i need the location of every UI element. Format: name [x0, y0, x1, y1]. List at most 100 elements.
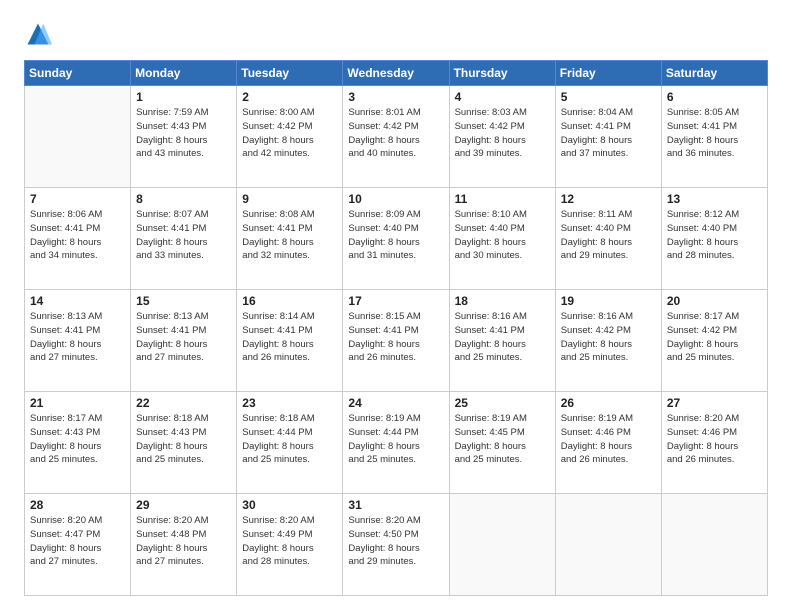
weekday-header: Friday — [555, 61, 661, 86]
weekday-header: Monday — [131, 61, 237, 86]
logo — [24, 20, 56, 48]
sun-info: Sunrise: 8:19 AMSunset: 4:45 PMDaylight:… — [455, 412, 550, 467]
calendar-cell: 6 Sunrise: 8:05 AMSunset: 4:41 PMDaylight… — [661, 86, 767, 188]
day-number: 8 — [136, 192, 231, 206]
calendar-cell — [661, 494, 767, 596]
calendar-cell: 8 Sunrise: 8:07 AMSunset: 4:41 PMDaylight… — [131, 188, 237, 290]
calendar-cell: 12Sunrise: 8:11 AMSunset: 4:40 PMDayligh… — [555, 188, 661, 290]
calendar-cell: 31 Sunrise: 8:20 AMSunset: 4:50 PMDayligh… — [343, 494, 449, 596]
calendar-cell: 19 Sunrise: 8:16 AMSunset: 4:42 PMDayligh… — [555, 290, 661, 392]
day-number: 23 — [242, 396, 337, 410]
calendar-cell: 30Sunrise: 8:20 AMSunset: 4:49 PMDayligh… — [237, 494, 343, 596]
calendar-cell: 28 Sunrise: 8:20 AMSunset: 4:47 PMDayligh… — [25, 494, 131, 596]
calendar-cell: 24 Sunrise: 8:19 AMSunset: 4:44 PMDayligh… — [343, 392, 449, 494]
day-number: 7 — [30, 192, 125, 206]
calendar-week-row: 7 Sunrise: 8:06 AMSunset: 4:41 PMDaylight… — [25, 188, 768, 290]
sun-info: Sunrise: 8:18 AMSunset: 4:43 PMDaylight:… — [136, 412, 231, 467]
calendar-cell: 2 Sunrise: 8:00 AMSunset: 4:42 PMDaylight… — [237, 86, 343, 188]
calendar-week-row: 14Sunrise: 8:13 AMSunset: 4:41 PMDayligh… — [25, 290, 768, 392]
calendar-cell: 22 Sunrise: 8:18 AMSunset: 4:43 PMDayligh… — [131, 392, 237, 494]
calendar-cell: 5 Sunrise: 8:04 AMSunset: 4:41 PMDaylight… — [555, 86, 661, 188]
sun-info: Sunrise: 8:11 AMSunset: 4:40 PMDaylight:… — [561, 208, 656, 263]
sun-info: Sunrise: 8:14 AMSunset: 4:41 PMDaylight:… — [242, 310, 337, 365]
sun-info: Sunrise: 8:12 AMSunset: 4:40 PMDaylight:… — [667, 208, 762, 263]
weekday-header: Thursday — [449, 61, 555, 86]
day-number: 13 — [667, 192, 762, 206]
calendar-cell: 11Sunrise: 8:10 AMSunset: 4:40 PMDayligh… — [449, 188, 555, 290]
calendar-week-row: 21 Sunrise: 8:17 AMSunset: 4:43 PMDayligh… — [25, 392, 768, 494]
weekday-header: Wednesday — [343, 61, 449, 86]
sun-info: Sunrise: 8:18 AMSunset: 4:44 PMDaylight:… — [242, 412, 337, 467]
calendar-cell: 18Sunrise: 8:16 AMSunset: 4:41 PMDayligh… — [449, 290, 555, 392]
calendar-cell: 16 Sunrise: 8:14 AMSunset: 4:41 PMDayligh… — [237, 290, 343, 392]
day-number: 11 — [455, 192, 550, 206]
calendar-cell: 26 Sunrise: 8:19 AMSunset: 4:46 PMDayligh… — [555, 392, 661, 494]
calendar-cell: 4 Sunrise: 8:03 AMSunset: 4:42 PMDaylight… — [449, 86, 555, 188]
sun-info: Sunrise: 8:05 AMSunset: 4:41 PMDaylight:… — [667, 106, 762, 161]
sun-info: Sunrise: 8:15 AMSunset: 4:41 PMDaylight:… — [348, 310, 443, 365]
sun-info: Sunrise: 8:20 AMSunset: 4:46 PMDaylight:… — [667, 412, 762, 467]
day-number: 15 — [136, 294, 231, 308]
sun-info: Sunrise: 8:03 AMSunset: 4:42 PMDaylight:… — [455, 106, 550, 161]
header — [24, 20, 768, 48]
sun-info: Sunrise: 8:19 AMSunset: 4:44 PMDaylight:… — [348, 412, 443, 467]
calendar-week-row: 1 Sunrise: 7:59 AMSunset: 4:43 PMDaylight… — [25, 86, 768, 188]
weekday-header: Sunday — [25, 61, 131, 86]
calendar-cell — [449, 494, 555, 596]
day-number: 10 — [348, 192, 443, 206]
day-number: 9 — [242, 192, 337, 206]
day-number: 29 — [136, 498, 231, 512]
sun-info: Sunrise: 7:59 AMSunset: 4:43 PMDaylight:… — [136, 106, 231, 161]
day-number: 6 — [667, 90, 762, 104]
calendar-cell — [555, 494, 661, 596]
sun-info: Sunrise: 8:09 AMSunset: 4:40 PMDaylight:… — [348, 208, 443, 263]
day-number: 4 — [455, 90, 550, 104]
calendar-cell: 14Sunrise: 8:13 AMSunset: 4:41 PMDayligh… — [25, 290, 131, 392]
day-number: 17 — [348, 294, 443, 308]
day-number: 18 — [455, 294, 550, 308]
day-number: 3 — [348, 90, 443, 104]
sun-info: Sunrise: 8:19 AMSunset: 4:46 PMDaylight:… — [561, 412, 656, 467]
calendar-cell: 27Sunrise: 8:20 AMSunset: 4:46 PMDayligh… — [661, 392, 767, 494]
sun-info: Sunrise: 8:06 AMSunset: 4:41 PMDaylight:… — [30, 208, 125, 263]
weekday-header: Tuesday — [237, 61, 343, 86]
calendar-cell: 23 Sunrise: 8:18 AMSunset: 4:44 PMDayligh… — [237, 392, 343, 494]
day-number: 31 — [348, 498, 443, 512]
sun-info: Sunrise: 8:17 AMSunset: 4:42 PMDaylight:… — [667, 310, 762, 365]
day-number: 24 — [348, 396, 443, 410]
sun-info: Sunrise: 8:04 AMSunset: 4:41 PMDaylight:… — [561, 106, 656, 161]
day-number: 19 — [561, 294, 656, 308]
day-number: 21 — [30, 396, 125, 410]
day-number: 1 — [136, 90, 231, 104]
calendar-week-row: 28 Sunrise: 8:20 AMSunset: 4:47 PMDayligh… — [25, 494, 768, 596]
day-number: 5 — [561, 90, 656, 104]
day-number: 26 — [561, 396, 656, 410]
calendar-cell: 13 Sunrise: 8:12 AMSunset: 4:40 PMDayligh… — [661, 188, 767, 290]
sun-info: Sunrise: 8:20 AMSunset: 4:49 PMDaylight:… — [242, 514, 337, 569]
day-number: 25 — [455, 396, 550, 410]
day-number: 28 — [30, 498, 125, 512]
day-number: 22 — [136, 396, 231, 410]
sun-info: Sunrise: 8:16 AMSunset: 4:42 PMDaylight:… — [561, 310, 656, 365]
sun-info: Sunrise: 8:01 AMSunset: 4:42 PMDaylight:… — [348, 106, 443, 161]
calendar-table: SundayMondayTuesdayWednesdayThursdayFrid… — [24, 60, 768, 596]
sun-info: Sunrise: 8:13 AMSunset: 4:41 PMDaylight:… — [30, 310, 125, 365]
sun-info: Sunrise: 8:00 AMSunset: 4:42 PMDaylight:… — [242, 106, 337, 161]
calendar-cell: 15Sunrise: 8:13 AMSunset: 4:41 PMDayligh… — [131, 290, 237, 392]
day-number: 2 — [242, 90, 337, 104]
calendar-cell: 3 Sunrise: 8:01 AMSunset: 4:42 PMDaylight… — [343, 86, 449, 188]
sun-info: Sunrise: 8:08 AMSunset: 4:41 PMDaylight:… — [242, 208, 337, 263]
calendar-cell: 25 Sunrise: 8:19 AMSunset: 4:45 PMDayligh… — [449, 392, 555, 494]
weekday-header: Saturday — [661, 61, 767, 86]
calendar-cell: 21 Sunrise: 8:17 AMSunset: 4:43 PMDayligh… — [25, 392, 131, 494]
calendar-cell: 10 Sunrise: 8:09 AMSunset: 4:40 PMDayligh… — [343, 188, 449, 290]
day-number: 16 — [242, 294, 337, 308]
sun-info: Sunrise: 8:17 AMSunset: 4:43 PMDaylight:… — [30, 412, 125, 467]
sun-info: Sunrise: 8:20 AMSunset: 4:48 PMDaylight:… — [136, 514, 231, 569]
sun-info: Sunrise: 8:20 AMSunset: 4:47 PMDaylight:… — [30, 514, 125, 569]
logo-icon — [24, 20, 52, 48]
sun-info: Sunrise: 8:07 AMSunset: 4:41 PMDaylight:… — [136, 208, 231, 263]
day-number: 20 — [667, 294, 762, 308]
calendar-cell: 20 Sunrise: 8:17 AMSunset: 4:42 PMDayligh… — [661, 290, 767, 392]
sun-info: Sunrise: 8:20 AMSunset: 4:50 PMDaylight:… — [348, 514, 443, 569]
